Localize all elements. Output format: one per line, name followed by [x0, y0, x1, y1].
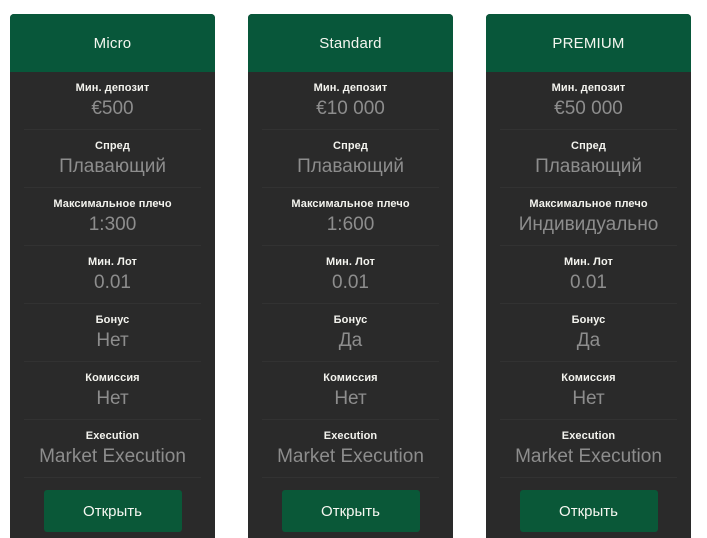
plan-title: PREMIUM	[552, 34, 625, 52]
plan-specs-standard: Мин. депозит €10 000 Спред Плавающий Мак…	[248, 72, 453, 478]
spec-value: Market Execution	[515, 446, 662, 467]
spec-row-execution: Execution Market Execution	[500, 420, 677, 478]
plan-title: Micro	[93, 34, 132, 52]
spec-value: 1:300	[88, 214, 137, 235]
account-plans-comparison: Micro Мин. депозит €500 Спред Плавающий …	[0, 0, 707, 538]
spec-label: Комиссия	[323, 372, 378, 384]
spec-value: Market Execution	[39, 446, 186, 467]
spec-value: Нет	[96, 330, 129, 351]
spec-value: Да	[338, 330, 363, 351]
plan-card-premium: PREMIUM Мин. депозит €50 000 Спред Плава…	[486, 14, 691, 538]
plan-header-standard: Standard	[248, 14, 453, 72]
spec-label: Мин. Лот	[87, 256, 138, 268]
open-account-button[interactable]: Открыть	[519, 490, 658, 532]
spec-value: €500	[91, 98, 134, 119]
plan-cta-wrap: Открыть	[248, 478, 453, 538]
spec-label: Execution	[323, 430, 378, 442]
spec-value: Нет	[334, 388, 367, 409]
spec-value: Нет	[96, 388, 129, 409]
plan-title: Standard	[319, 34, 382, 52]
spec-value: Плавающий	[59, 156, 166, 177]
plan-card-standard: Standard Мин. депозит €10 000 Спред Плав…	[248, 14, 453, 538]
spec-label: Комиссия	[561, 372, 616, 384]
spec-row-bonus: Бонус Нет	[24, 304, 201, 362]
spec-row-min-lot: Мин. Лот 0.01	[262, 246, 439, 304]
spec-row-max-leverage: Максимальное плечо 1:300	[24, 188, 201, 246]
spec-value: Плавающий	[535, 156, 642, 177]
spec-value: 0.01	[332, 272, 369, 293]
spec-label: Мин. Лот	[563, 256, 614, 268]
spec-row-min-deposit: Мин. депозит €50 000	[500, 72, 677, 130]
spec-value: 1:600	[326, 214, 375, 235]
spec-label: Мин. депозит	[75, 82, 150, 94]
spec-row-execution: Execution Market Execution	[262, 420, 439, 478]
spec-row-execution: Execution Market Execution	[24, 420, 201, 478]
plan-cta-wrap: Открыть	[10, 478, 215, 538]
spec-row-spread: Спред Плавающий	[262, 130, 439, 188]
spec-row-commission: Комиссия Нет	[262, 362, 439, 420]
spec-label: Мин. депозит	[313, 82, 388, 94]
spec-row-spread: Спред Плавающий	[500, 130, 677, 188]
open-account-button[interactable]: Открыть	[43, 490, 182, 532]
spec-value: Да	[576, 330, 601, 351]
spec-row-spread: Спред Плавающий	[24, 130, 201, 188]
spec-label: Мин. Лот	[325, 256, 376, 268]
spec-label: Максимальное плечо	[53, 198, 172, 210]
spec-value: Нет	[572, 388, 605, 409]
spec-value: €50 000	[554, 98, 623, 119]
plan-specs-micro: Мин. депозит €500 Спред Плавающий Максим…	[10, 72, 215, 478]
spec-label: Бонус	[571, 314, 606, 326]
spec-label: Execution	[561, 430, 616, 442]
spec-label: Комиссия	[85, 372, 140, 384]
spec-label: Мин. депозит	[551, 82, 626, 94]
open-account-button[interactable]: Открыть	[281, 490, 420, 532]
spec-label: Спред	[333, 140, 368, 152]
spec-row-min-lot: Мин. Лот 0.01	[24, 246, 201, 304]
spec-value: 0.01	[94, 272, 131, 293]
spec-value: €10 000	[316, 98, 385, 119]
spec-row-min-deposit: Мин. депозит €10 000	[262, 72, 439, 130]
spec-label: Бонус	[95, 314, 130, 326]
spec-label: Бонус	[333, 314, 368, 326]
spec-row-max-leverage: Максимальное плечо 1:600	[262, 188, 439, 246]
spec-label: Максимальное плечо	[291, 198, 410, 210]
spec-value: Индивидуально	[518, 214, 659, 235]
plan-card-micro: Micro Мин. депозит €500 Спред Плавающий …	[10, 14, 215, 538]
spec-row-commission: Комиссия Нет	[500, 362, 677, 420]
plan-header-micro: Micro	[10, 14, 215, 72]
spec-label: Спред	[95, 140, 130, 152]
spec-value: Плавающий	[297, 156, 404, 177]
spec-label: Спред	[571, 140, 606, 152]
spec-row-commission: Комиссия Нет	[24, 362, 201, 420]
plan-cta-wrap: Открыть	[486, 478, 691, 538]
spec-value: Market Execution	[277, 446, 424, 467]
plan-header-premium: PREMIUM	[486, 14, 691, 72]
spec-row-max-leverage: Максимальное плечо Индивидуально	[500, 188, 677, 246]
spec-row-min-lot: Мин. Лот 0.01	[500, 246, 677, 304]
spec-label: Execution	[85, 430, 140, 442]
spec-row-bonus: Бонус Да	[262, 304, 439, 362]
spec-label: Максимальное плечо	[529, 198, 648, 210]
spec-value: 0.01	[570, 272, 607, 293]
spec-row-min-deposit: Мин. депозит €500	[24, 72, 201, 130]
plan-specs-premium: Мин. депозит €50 000 Спред Плавающий Мак…	[486, 72, 691, 478]
spec-row-bonus: Бонус Да	[500, 304, 677, 362]
